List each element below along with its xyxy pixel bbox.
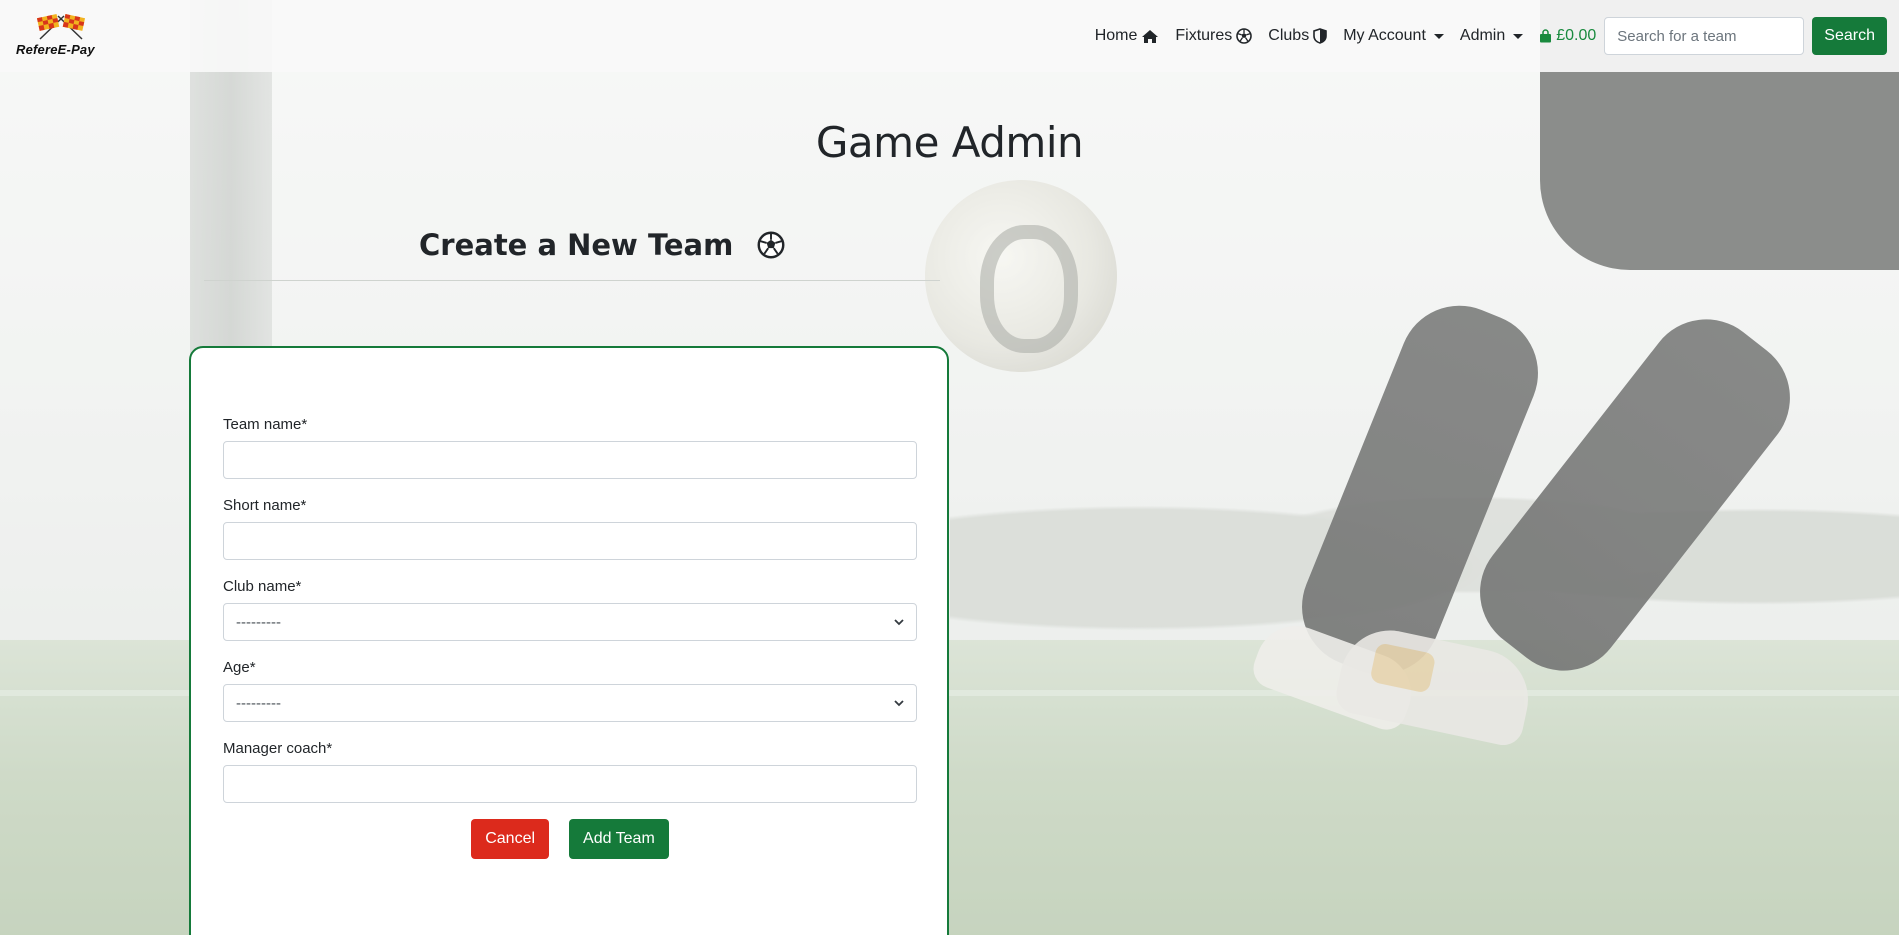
- nav-admin-dropdown[interactable]: Admin: [1452, 27, 1531, 45]
- brand-logo[interactable]: RefereE-Pay: [16, 14, 106, 60]
- caret-down-icon: [1513, 33, 1524, 39]
- create-team-card: Team name* Short name* Club name* ------…: [189, 346, 949, 935]
- caret-down-icon: [1433, 33, 1444, 39]
- shield-icon: [1313, 28, 1327, 44]
- age-field: Age* ---------: [223, 659, 917, 722]
- nav-fixtures[interactable]: Fixtures: [1167, 27, 1260, 45]
- manager-coach-input[interactable]: [223, 765, 917, 803]
- main-nav: Home Fixtures Clubs My Account Admin £0.…: [1087, 0, 1899, 72]
- home-icon: [1142, 29, 1159, 43]
- nav-home-label: Home: [1094, 27, 1138, 44]
- football-icon: [757, 231, 785, 259]
- manager-coach-field: Manager coach*: [223, 740, 917, 803]
- age-label: Age*: [223, 659, 256, 676]
- create-team-form: Team name* Short name* Club name* ------…: [223, 416, 917, 859]
- checkered-flags-icon: [36, 14, 86, 40]
- section-title: Create a New Team: [419, 228, 785, 262]
- team-name-label: Team name*: [223, 416, 308, 433]
- age-selected: ---------: [236, 694, 281, 712]
- team-name-input[interactable]: [223, 441, 917, 479]
- bag-total: £0.00: [1556, 27, 1597, 44]
- search-input[interactable]: [1604, 17, 1805, 55]
- page-title: Game Admin: [815, 118, 1084, 167]
- chevron-down-icon: [894, 619, 904, 626]
- section-title-text: Create a New Team: [419, 228, 734, 262]
- football-icon: [1236, 28, 1253, 44]
- manager-coach-label: Manager coach*: [223, 740, 333, 757]
- nav-fixtures-label: Fixtures: [1175, 27, 1233, 44]
- chevron-down-icon: [894, 700, 904, 707]
- club-name-label: Club name*: [223, 578, 302, 595]
- short-name-field: Short name*: [223, 497, 917, 560]
- shopping-bag-icon: [1540, 29, 1552, 43]
- nav-clubs[interactable]: Clubs: [1260, 27, 1335, 45]
- team-name-field: Team name*: [223, 416, 917, 479]
- search-button[interactable]: Search: [1812, 17, 1887, 55]
- club-name-selected: ---------: [236, 613, 281, 631]
- navbar: RefereE-Pay Home Fixtures Clubs My Accou…: [0, 0, 1899, 72]
- nav-my-account-label: My Account: [1343, 27, 1426, 44]
- section-divider: [204, 280, 940, 281]
- nav-home[interactable]: Home: [1087, 27, 1168, 45]
- club-name-field: Club name* ---------: [223, 578, 917, 641]
- brand-name: RefereE-Pay: [16, 42, 95, 57]
- nav-bag[interactable]: £0.00: [1531, 27, 1604, 45]
- short-name-input[interactable]: [223, 522, 917, 560]
- short-name-label: Short name*: [223, 497, 307, 514]
- nav-my-account-dropdown[interactable]: My Account: [1335, 27, 1452, 45]
- form-actions: Cancel Add Team: [223, 819, 917, 859]
- club-name-select[interactable]: ---------: [223, 603, 917, 641]
- age-select[interactable]: ---------: [223, 684, 917, 722]
- cancel-button[interactable]: Cancel: [471, 819, 550, 859]
- add-team-button[interactable]: Add Team: [569, 819, 669, 859]
- nav-admin-label: Admin: [1459, 27, 1506, 44]
- nav-clubs-label: Clubs: [1268, 27, 1310, 44]
